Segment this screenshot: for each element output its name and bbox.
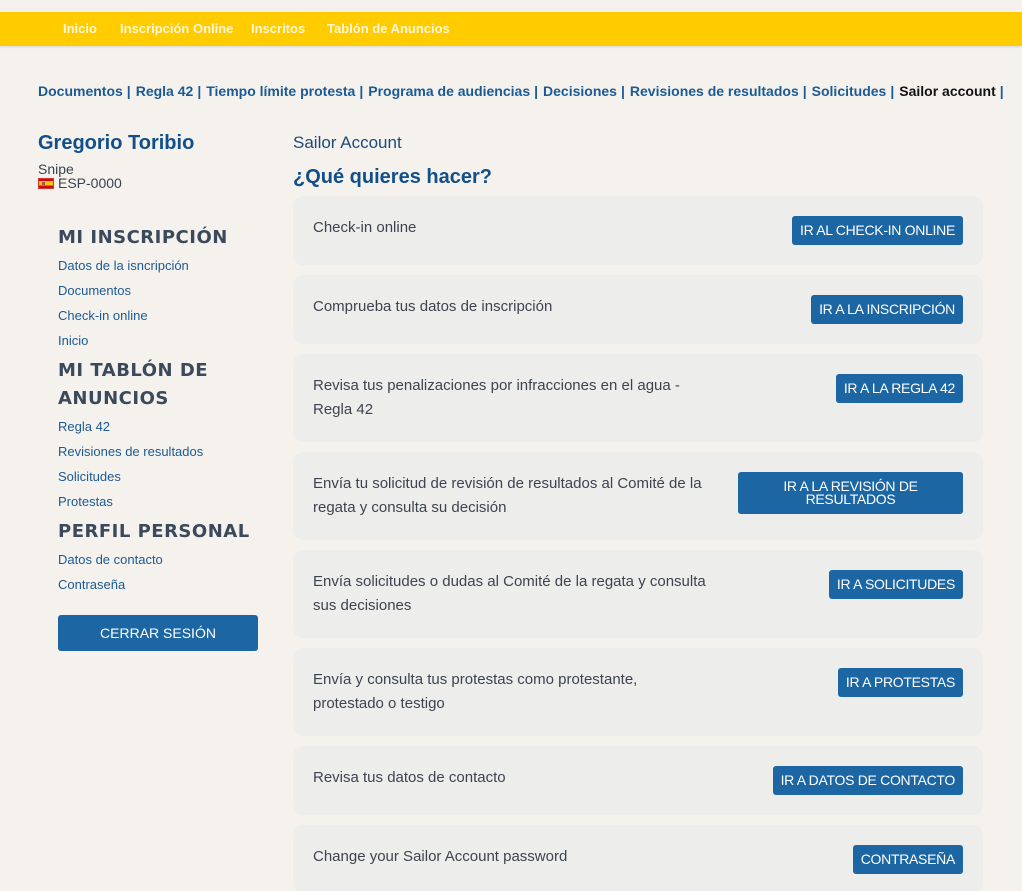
subnav-documentos[interactable]: Documentos	[38, 83, 123, 99]
subnav-separator: |	[197, 83, 202, 99]
subnav-revisiones-de-resultados[interactable]: Revisiones de resultados	[630, 83, 799, 99]
go-to-solicitudes-button[interactable]: IR A SOLICITUDES	[828, 570, 963, 599]
card-description-line: regata y consulta su decisión	[313, 499, 507, 516]
go-to-datos-contacto-button[interactable]: IR A DATOS DE CONTACTO	[772, 766, 963, 795]
subnav-separator: |	[802, 83, 807, 99]
button-label: IR A LA REGLA 42	[843, 380, 955, 396]
go-to-check-in-button[interactable]: IR AL CHECK-IN ONLINE	[792, 216, 963, 245]
card-description: Envía solicitudes o dudas al Comité de l…	[313, 570, 706, 618]
subnav-separator: |	[359, 83, 364, 99]
action-card-regla-42: Revisa tus penalizaciones por infraccion…	[293, 354, 983, 442]
sidebar-heading-mi-tablon-line1: MI TABLÓN DE	[58, 360, 209, 381]
button-label-line: RESULTADOS	[805, 491, 896, 507]
sidebar-link-protestas[interactable]: Protestas	[58, 494, 113, 509]
go-to-contrasena-button[interactable]: CONTRASEÑA	[852, 845, 963, 874]
sidebar-link-revisiones-de-resultados[interactable]: Revisiones de resultados	[58, 444, 203, 459]
card-description: Change your Sailor Account password	[313, 845, 567, 869]
subnav-separator: |	[620, 83, 625, 99]
action-card-solicitudes: Envía solicitudes o dudas al Comité de l…	[293, 550, 983, 638]
sidebar-link-solicitudes[interactable]: Solicitudes	[58, 469, 121, 484]
card-description-line: Envía y consulta tus protestas como prot…	[313, 671, 638, 688]
subnav-separator: |	[534, 83, 539, 99]
button-label: IR A SOLICITUDES	[836, 576, 955, 592]
go-to-inscripcion-button[interactable]: IR A LA INSCRIPCIÓN	[811, 295, 963, 324]
sidebar-heading-mi-tablon-line2: ANUNCIOS	[58, 388, 169, 409]
card-description-line: Regla 42	[313, 401, 374, 418]
button-label: IR AL CHECK-IN ONLINE	[800, 222, 955, 238]
card-description: Check-in online	[313, 216, 416, 240]
subnav-solicitudes[interactable]: Solicitudes	[812, 83, 887, 99]
action-card-inscripcion: Comprueba tus datos de inscripción IR A …	[293, 275, 983, 344]
action-card-protestas: Envía y consulta tus protestas como prot…	[293, 648, 983, 736]
sidebar-link-contrasena[interactable]: Contraseña	[58, 577, 125, 592]
card-description-line: Change your Sailor Account password	[313, 848, 568, 865]
sidebar-link-check-in-online[interactable]: Check-in online	[58, 308, 148, 323]
subnav-decisiones[interactable]: Decisiones	[543, 83, 617, 99]
action-card-contrasena: Change your Sailor Account password CONT…	[293, 825, 983, 891]
button-label: IR A LA INSCRIPCIÓN	[819, 301, 955, 317]
action-card-datos-contacto: Revisa tus datos de contacto IR A DATOS …	[293, 746, 983, 815]
subnav-regla-42[interactable]: Regla 42	[136, 83, 194, 99]
sail-number: ESP-0000	[58, 175, 122, 191]
subnav-sailor-account[interactable]: Sailor account	[899, 83, 995, 99]
card-description-line: Envía solicitudes o dudas al Comité de l…	[313, 573, 706, 590]
subnav-separator: |	[999, 83, 1004, 99]
page-title: ¿Qué quieres hacer?	[293, 166, 492, 188]
card-description: Envía tu solicitud de revisión de result…	[313, 472, 702, 520]
sidebar-link-datos-inscripcion[interactable]: Datos de la isncripción	[58, 258, 189, 273]
card-description-line: Revisa tus datos de contacto	[313, 769, 506, 786]
subnav-programa-de-audiencias[interactable]: Programa de audiencias	[368, 83, 530, 99]
sail-number-row: ESP-0000	[38, 175, 122, 191]
go-to-protestas-button[interactable]: IR A PROTESTAS	[837, 668, 963, 697]
spain-flag-icon	[38, 177, 54, 189]
card-description-line: Comprueba tus datos de inscripción	[313, 298, 553, 315]
sidebar-heading-perfil-personal: PERFIL PERSONAL	[58, 521, 250, 542]
sidebar-link-regla-42[interactable]: Regla 42	[58, 419, 110, 434]
go-to-regla-42-button[interactable]: IR A LA REGLA 42	[835, 374, 963, 403]
secondary-navigation: Documentos | Regla 42 | Tiempo límite pr…	[38, 82, 1009, 100]
topnav-tablon-de-anuncios[interactable]: Tablón de Anuncios	[327, 12, 450, 45]
sidebar-link-datos-de-contacto[interactable]: Datos de contacto	[58, 552, 163, 567]
sidebar-link-documentos[interactable]: Documentos	[58, 283, 131, 298]
card-description: Comprueba tus datos de inscripción	[313, 295, 552, 319]
card-description-line: Check-in online	[313, 219, 417, 236]
topnav-inscripcion-online[interactable]: Inscripción Online	[120, 12, 233, 45]
user-name: Gregorio Toribio	[38, 132, 195, 154]
card-description-line: protestado o testigo	[313, 695, 445, 712]
sidebar-heading-mi-inscripcion: MI INSCRIPCIÓN	[58, 227, 228, 248]
action-card-check-in: Check-in online IR AL CHECK-IN ONLINE	[293, 196, 983, 265]
action-card-revision-resultados: Envía tu solicitud de revisión de result…	[293, 452, 983, 540]
card-description: Revisa tus datos de contacto	[313, 766, 506, 790]
go-to-revision-resultados-button[interactable]: IR A LA REVISIÓN DE RESULTADOS	[738, 472, 963, 514]
card-description: Envía y consulta tus protestas como prot…	[313, 668, 637, 716]
button-label: CONTRASEÑA	[860, 851, 956, 867]
logout-button[interactable]: CERRAR SESIÓN	[58, 615, 258, 651]
page-subtitle: Sailor Account	[293, 133, 402, 152]
top-navigation-bar: Inicio Inscripción Online Inscritos Tabl…	[0, 12, 1022, 46]
card-description-line: Envía tu solicitud de revisión de result…	[313, 475, 702, 492]
card-description-line: sus decisiones	[313, 597, 412, 614]
topnav-inscritos[interactable]: Inscritos	[251, 12, 305, 45]
card-description: Revisa tus penalizaciones por infraccion…	[313, 374, 680, 422]
subnav-separator: |	[890, 83, 895, 99]
button-label: IR A DATOS DE CONTACTO	[780, 772, 956, 788]
subnav-separator: |	[126, 83, 131, 99]
topnav-inicio[interactable]: Inicio	[63, 12, 97, 45]
button-label: IR A PROTESTAS	[845, 674, 955, 690]
sidebar-link-inicio[interactable]: Inicio	[58, 333, 88, 348]
card-description-line: Revisa tus penalizaciones por infraccion…	[313, 377, 680, 394]
subnav-tiempo-limite-protesta[interactable]: Tiempo límite protesta	[206, 83, 355, 99]
